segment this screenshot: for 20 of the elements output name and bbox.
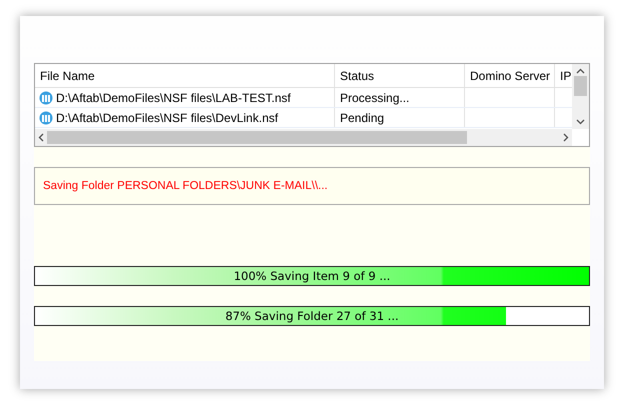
- status-message: Saving Folder PERSONAL FOLDERS\JUNK E-MAIL\\...: [43, 180, 328, 192]
- column-header[interactable]: Domino Server: [465, 64, 555, 87]
- column-header[interactable]: Status: [335, 64, 465, 87]
- status-cell: Processing...: [335, 88, 465, 107]
- vertical-scrollbar[interactable]: [572, 64, 589, 129]
- file-path: D:\Aftab\DemoFiles\NSF files\LAB-TEST.nsf: [56, 90, 291, 104]
- file-path: D:\Aftab\DemoFiles\NSF files\DevLink.nsf: [56, 110, 278, 124]
- scroll-thumb[interactable]: [574, 76, 587, 96]
- progress-label: 100% Saving Item 9 of 9 ...: [234, 269, 390, 283]
- status-cell: Pending: [335, 108, 465, 127]
- scroll-right-icon[interactable]: [563, 133, 569, 142]
- horizontal-scrollbar[interactable]: [35, 129, 572, 146]
- scroll-left-icon[interactable]: [38, 133, 44, 142]
- scroll-thumb[interactable]: [47, 131, 467, 144]
- column-header[interactable]: File Name: [35, 64, 335, 87]
- scroll-up-icon[interactable]: [576, 68, 585, 74]
- progress-label: 87% Saving Folder 27 of 31 ...: [225, 309, 399, 323]
- database-icon: [39, 110, 53, 124]
- database-icon: [39, 90, 53, 104]
- scroll-down-icon[interactable]: [576, 119, 585, 125]
